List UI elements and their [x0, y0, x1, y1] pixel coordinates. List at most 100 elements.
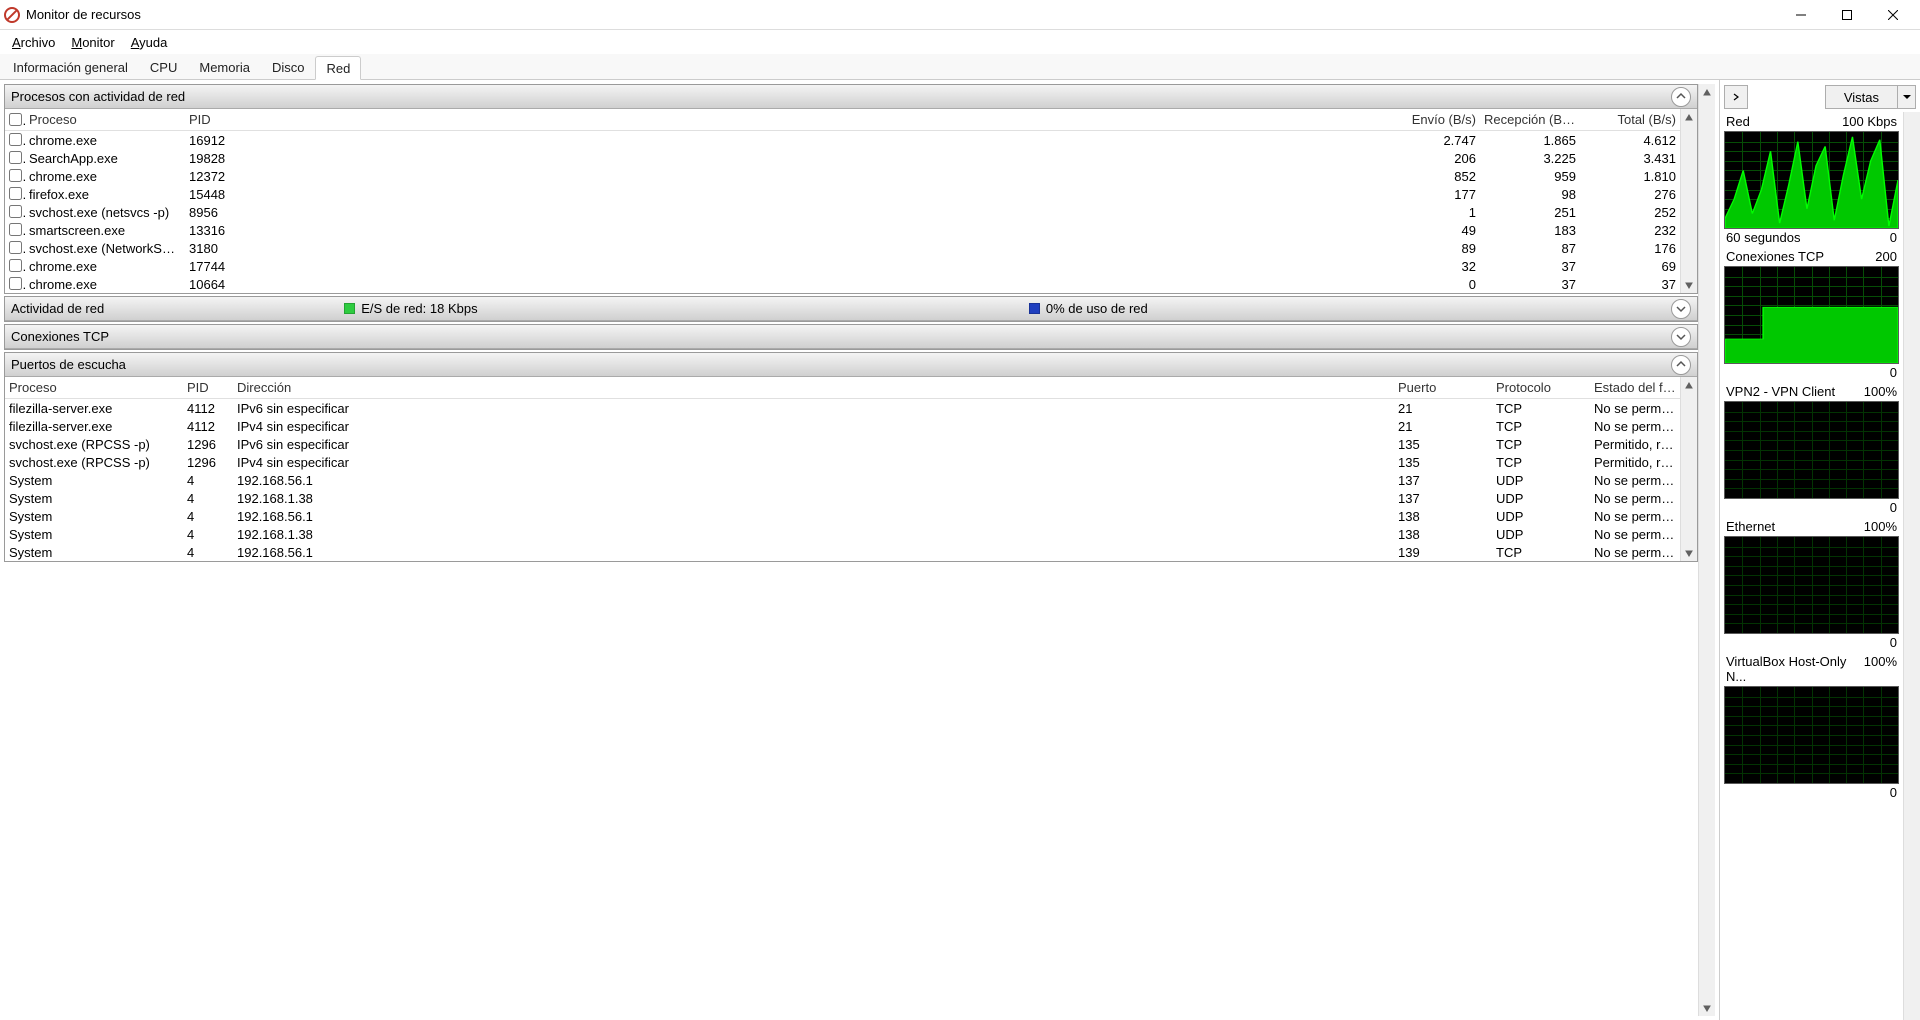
table-row[interactable]: System4192.168.56.1137UDPNo se permite, … [5, 471, 1697, 489]
row-checkbox[interactable] [9, 223, 22, 236]
cell-firewall: No se permite, n... [1590, 491, 1680, 506]
table-row[interactable]: svchost.exe (NetworkService -p)318089871… [5, 239, 1697, 257]
panel-ports-header[interactable]: Puertos de escucha [5, 353, 1697, 377]
table-row[interactable]: smartscreen.exe1331649183232 [5, 221, 1697, 239]
tab-red[interactable]: Red [315, 56, 361, 80]
table-row[interactable]: chrome.exe169122.7471.8654.612 [5, 131, 1697, 149]
cell-envio: 32 [1380, 259, 1480, 274]
sidebar-toggle-button[interactable] [1724, 85, 1748, 109]
table-row[interactable]: System4192.168.1.38138UDPNo se permite, … [5, 525, 1697, 543]
col-pid[interactable]: PID [185, 112, 255, 127]
collapse-icon[interactable] [1671, 355, 1691, 375]
cell-firewall: No se permite, n... [1590, 509, 1680, 524]
menu-archivo[interactable]: Archivo [4, 33, 63, 52]
table-row[interactable]: svchost.exe (RPCSS -p)1296IPv4 sin espec… [5, 453, 1697, 471]
cell-total: 1.810 [1580, 169, 1680, 184]
tab-disco[interactable]: Disco [261, 55, 316, 79]
row-checkbox[interactable] [9, 187, 22, 200]
row-checkbox[interactable] [9, 151, 22, 164]
row-checkbox[interactable] [9, 277, 22, 290]
cell-envio: 177 [1380, 187, 1480, 202]
table-row[interactable]: svchost.exe (RPCSS -p)1296IPv6 sin espec… [5, 435, 1697, 453]
app-icon [4, 7, 20, 23]
cell-recepcion: 183 [1480, 223, 1580, 238]
cell-proceso: svchost.exe (RPCSS -p) [5, 455, 183, 470]
expand-icon[interactable] [1671, 327, 1691, 347]
table-row[interactable]: System4192.168.1.38137UDPNo se permite, … [5, 489, 1697, 507]
col-envio[interactable]: Envío (B/s) [1380, 112, 1480, 127]
tab-información-general[interactable]: Información general [2, 55, 139, 79]
cell-puerto: 21 [1394, 401, 1492, 416]
views-button[interactable]: Vistas [1825, 85, 1898, 109]
table-row[interactable]: chrome.exe123728529591.810 [5, 167, 1697, 185]
cell-total: 4.612 [1580, 133, 1680, 148]
table-row[interactable]: filezilla-server.exe4112IPv4 sin especif… [5, 417, 1697, 435]
row-checkbox[interactable] [9, 133, 22, 146]
panel-processes-header[interactable]: Procesos con actividad de red [5, 85, 1697, 109]
expand-icon[interactable] [1671, 299, 1691, 319]
cell-envio: 49 [1380, 223, 1480, 238]
table-row[interactable]: System4192.168.56.1138UDPNo se permite, … [5, 507, 1697, 525]
cell-pid: 12372 [185, 169, 255, 184]
graph-scale-label: 100% [1864, 384, 1897, 399]
collapse-icon[interactable] [1671, 87, 1691, 107]
views-dropdown[interactable] [1898, 85, 1916, 109]
menu-monitor[interactable]: Monitor [63, 33, 122, 52]
cell-envio: 206 [1380, 151, 1480, 166]
tab-cpu[interactable]: CPU [139, 55, 188, 79]
table-row[interactable]: firefox.exe1544817798276 [5, 185, 1697, 203]
col-direccion[interactable]: Dirección [233, 380, 433, 395]
left-pane-scrollbar[interactable] [1698, 84, 1715, 1016]
row-checkbox[interactable] [9, 169, 22, 182]
col-firewall[interactable]: Estado del firewall [1590, 380, 1680, 395]
cell-proceso: svchost.exe (RPCSS -p) [5, 437, 183, 452]
table-row[interactable]: filezilla-server.exe4112IPv6 sin especif… [5, 399, 1697, 417]
cell-direccion: 192.168.1.38 [233, 491, 433, 506]
table-row[interactable]: chrome.exe1066403737 [5, 275, 1697, 293]
minimize-button[interactable] [1778, 0, 1824, 30]
maximize-button[interactable] [1824, 0, 1870, 30]
row-checkbox[interactable] [9, 259, 22, 272]
col-proceso[interactable]: Proceso [5, 380, 183, 395]
table-row[interactable]: SearchApp.exe198282063.2253.431 [5, 149, 1697, 167]
close-button[interactable] [1870, 0, 1916, 30]
cell-pid: 8956 [185, 205, 255, 220]
menu-ayuda[interactable]: Ayuda [123, 33, 176, 52]
graph-title-label: VirtualBox Host-Only N... [1726, 654, 1864, 684]
row-checkbox[interactable] [9, 205, 22, 218]
sidebar-scrollbar[interactable] [1903, 112, 1920, 1020]
processes-scrollbar[interactable] [1680, 109, 1697, 293]
graph-title-label: VPN2 - VPN Client [1726, 384, 1835, 399]
cell-proceso: svchost.exe (NetworkService -p) [25, 241, 185, 256]
title-bar: Monitor de recursos [0, 0, 1920, 30]
panel-tcp-header[interactable]: Conexiones TCP [5, 325, 1697, 349]
col-total[interactable]: Total (B/s) [1580, 112, 1680, 127]
cell-protocolo: UDP [1492, 491, 1590, 506]
cell-proceso: smartscreen.exe [25, 223, 185, 238]
cell-pid: 1296 [183, 437, 233, 452]
graph-footer-right: 0 [1890, 365, 1897, 380]
table-row[interactable]: svchost.exe (netsvcs -p)89561251252 [5, 203, 1697, 221]
cell-pid: 4112 [183, 401, 233, 416]
col-pid[interactable]: PID [183, 380, 233, 395]
cell-proceso: firefox.exe [25, 187, 185, 202]
col-recepcion[interactable]: Recepción (B/s) [1480, 112, 1580, 127]
panel-activity-header[interactable]: Actividad de red E/S de red: 18 Kbps 0% … [5, 297, 1697, 321]
select-all-checkbox[interactable] [9, 113, 22, 126]
col-proceso[interactable]: Proceso [25, 112, 185, 127]
col-puerto[interactable]: Puerto [1394, 380, 1492, 395]
panel-processes-title: Procesos con actividad de red [11, 89, 185, 104]
table-row[interactable]: System4192.168.56.1139TCPNo se permite, … [5, 543, 1697, 561]
ports-scrollbar[interactable] [1680, 377, 1697, 561]
graph-virtualbox-host-only-n-: VirtualBox Host-Only N...100%0 [1724, 654, 1899, 800]
cell-pid: 4112 [183, 419, 233, 434]
cell-direccion: 192.168.1.38 [233, 527, 433, 542]
col-protocolo[interactable]: Protocolo [1492, 380, 1590, 395]
tab-memoria[interactable]: Memoria [188, 55, 261, 79]
cell-pid: 15448 [185, 187, 255, 202]
cell-protocolo: TCP [1492, 437, 1590, 452]
row-checkbox[interactable] [9, 241, 22, 254]
cell-protocolo: UDP [1492, 473, 1590, 488]
table-row[interactable]: chrome.exe17744323769 [5, 257, 1697, 275]
cell-recepcion: 3.225 [1480, 151, 1580, 166]
